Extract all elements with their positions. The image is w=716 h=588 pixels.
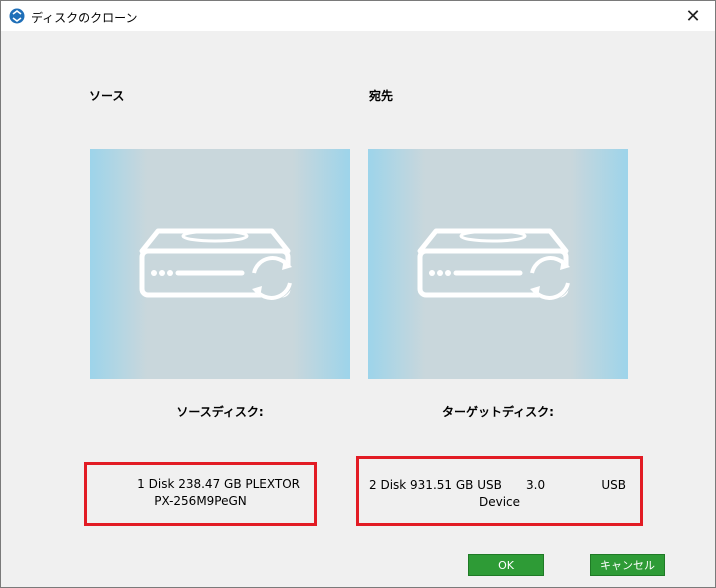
close-icon: ✕	[685, 5, 701, 27]
cancel-button[interactable]: キャンセル	[590, 554, 665, 576]
disk-clone-icon	[139, 228, 294, 300]
destination-label: 宛先	[369, 89, 394, 103]
destination-disk-line1b: 3.0	[526, 478, 546, 492]
source-disk-info[interactable]: 1 Disk 238.47 GB PLEXTOR PX-256M9PeGN	[84, 462, 317, 526]
app-icon	[9, 8, 25, 24]
destination-disk-panel[interactable]	[368, 149, 628, 379]
clone-disk-dialog: ディスクのクローン ✕ ソース ソースディスク: 1 Disk 238.47 G…	[0, 0, 716, 588]
source-disk-line2: PX-256M9PeGN	[154, 494, 247, 508]
disk-clone-icon	[417, 228, 572, 300]
title-bar[interactable]: ディスクのクローン ✕	[1, 1, 715, 31]
source-disk-caption: ソースディスク:	[176, 405, 264, 419]
source-disk-line1: 1 Disk 238.47 GB PLEXTOR	[137, 477, 300, 491]
window-title: ディスクのクローン	[31, 11, 138, 25]
source-disk-panel[interactable]	[90, 149, 350, 379]
destination-disk-line1c: USB	[601, 478, 626, 492]
destination-disk-info[interactable]: 2 Disk 931.51 GB USB 3.0 USB Device	[356, 456, 643, 526]
ok-button[interactable]: OK	[468, 554, 544, 576]
destination-disk-caption: ターゲットディスク:	[442, 405, 554, 419]
destination-disk-line2: Device	[478, 495, 521, 509]
destination-disk-line1a: 2 Disk 931.51 GB USB	[369, 478, 502, 492]
close-button[interactable]: ✕	[671, 1, 715, 31]
source-label: ソース	[89, 89, 125, 103]
